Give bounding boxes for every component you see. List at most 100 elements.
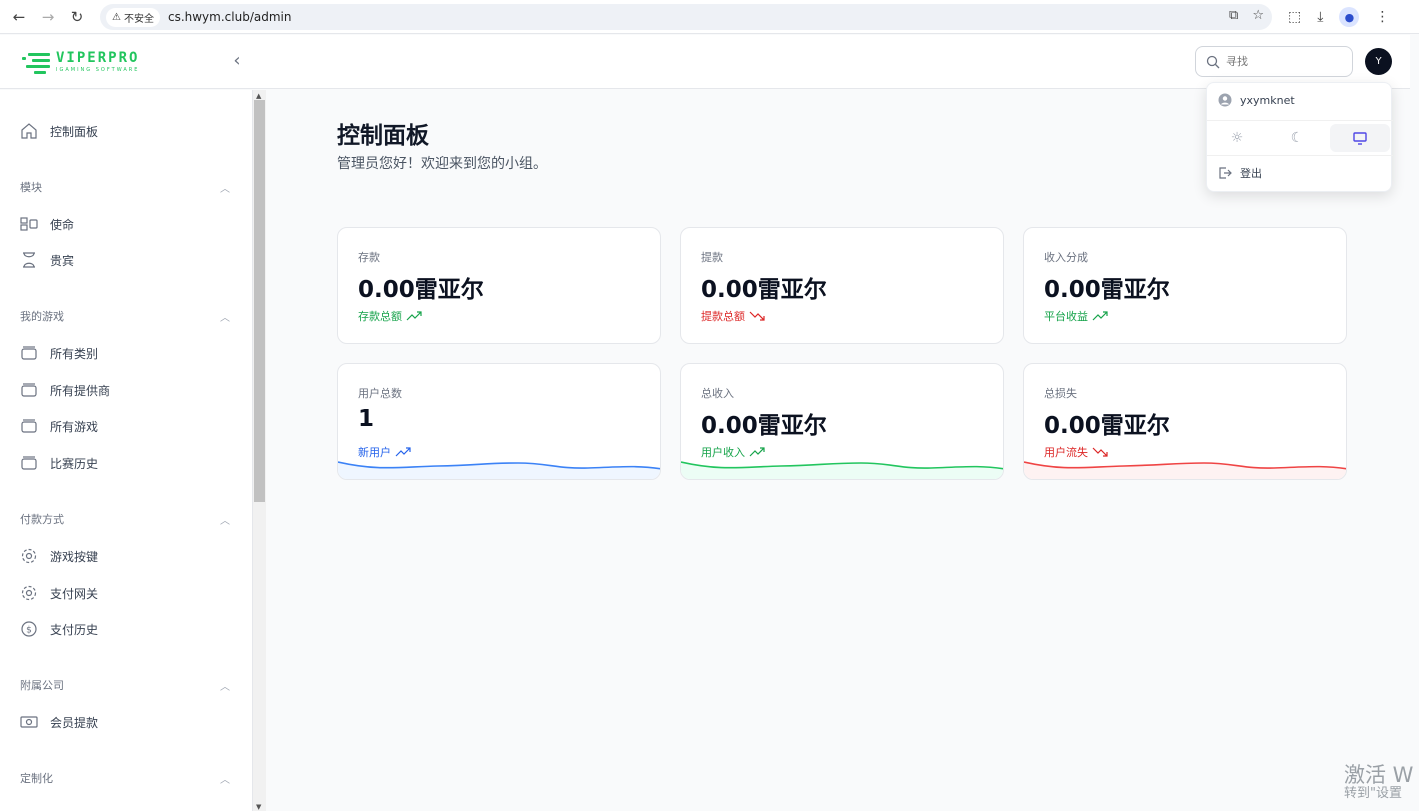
- sidebar-item-all-providers[interactable]: 所有提供商: [20, 378, 110, 402]
- page-subtitle: 管理员您好！欢迎来到您的小组。: [337, 156, 547, 172]
- scroll-up-icon[interactable]: ▲: [256, 92, 261, 100]
- browser-toolbar: ← → ↻ ⚠ 不安全 cs.hwym.club/admin ⧉ ☆ ⬚ ⤓ ●…: [0, 0, 1419, 34]
- search-icon: [1206, 55, 1220, 68]
- sidebar-item-label: 所有类别: [50, 346, 99, 361]
- group-title-label: 我的游戏: [20, 310, 64, 323]
- trending-up-icon: [1092, 311, 1108, 321]
- more-menu-icon[interactable]: ⋮: [1375, 9, 1389, 25]
- card-value: 0.00雷亚尔: [701, 413, 827, 439]
- sidebar-item-label: 比赛历史: [50, 456, 99, 471]
- stat-card-total-users: 用户总数 1 新用户: [337, 363, 661, 480]
- sidebar-item-mission[interactable]: 使命: [20, 212, 74, 236]
- app-header: VIPERPRO IGAMING SOFTWARE ‹ Y: [0, 35, 1410, 89]
- stat-card-total-loss: 总损失 0.00雷亚尔 用户流失: [1023, 363, 1347, 480]
- extensions-icon[interactable]: ⬚: [1288, 9, 1301, 25]
- sidebar-item-match-history[interactable]: 比赛历史: [20, 451, 98, 475]
- logout-icon: [1219, 167, 1232, 179]
- sidebar-item-member-withdraw[interactable]: 会员提款: [20, 710, 98, 734]
- sidebar-item-dashboard[interactable]: 控制面板: [20, 119, 98, 143]
- sparkline-loss: [1024, 461, 1346, 479]
- sidebar-item-label: 游戏按键: [50, 549, 99, 564]
- dollar-circle-icon: $: [20, 620, 38, 638]
- card-trend-label: 存款总额: [358, 310, 402, 323]
- group-title-label: 模块: [20, 181, 42, 194]
- theme-dark-moon-icon[interactable]: ☾: [1267, 121, 1327, 155]
- logout-button[interactable]: 登出: [1218, 165, 1262, 181]
- card-trend-label: 新用户: [358, 446, 391, 459]
- sidebar-item-label: 控制面板: [50, 124, 99, 139]
- insecure-label: 不安全: [123, 13, 154, 25]
- insecure-badge[interactable]: ⚠ 不安全: [106, 7, 160, 27]
- hourglass-icon: [20, 251, 38, 269]
- page-title: 控制面板: [337, 123, 429, 149]
- theme-light-sun-icon[interactable]: ☼: [1207, 121, 1267, 155]
- group-payments[interactable]: 付款方式 ︿: [20, 509, 230, 529]
- group-modules[interactable]: 模块 ︿: [20, 177, 230, 197]
- search-field[interactable]: [1195, 46, 1353, 77]
- chevron-up-icon: ︿: [220, 774, 230, 786]
- sidebar-item-label: 贵宾: [50, 253, 75, 268]
- card-trend-label: 用户收入: [701, 446, 745, 459]
- search-input[interactable]: [1226, 55, 1336, 68]
- card-trend: 新用户: [358, 444, 411, 460]
- group-customize[interactable]: 定制化 ︿: [20, 768, 230, 788]
- sidebar-item-all-games[interactable]: 所有游戏: [20, 414, 98, 438]
- sidebar-scrollbar[interactable]: ▲ ▼: [253, 90, 266, 811]
- sidebar-collapse-chevron-icon[interactable]: ‹: [228, 51, 246, 71]
- address-bar[interactable]: ⚠ 不安全 cs.hwym.club/admin ⧉ ☆: [100, 4, 1272, 30]
- logo[interactable]: VIPERPRO IGAMING SOFTWARE: [20, 49, 139, 75]
- scroll-down-icon[interactable]: ▼: [256, 803, 261, 811]
- sidebar-item-label: 所有提供商: [50, 383, 111, 398]
- trending-down-icon: [749, 311, 765, 321]
- card-value: 0.00雷亚尔: [1044, 277, 1170, 303]
- group-my-games[interactable]: 我的游戏 ︿: [20, 306, 230, 326]
- watermark-line2: 转到"设置: [1344, 786, 1402, 802]
- sidebar-item-payment-gateway[interactable]: 支付网关: [20, 581, 98, 605]
- card-label: 提款: [701, 251, 723, 264]
- reload-icon[interactable]: ↻: [62, 2, 92, 32]
- card-trend: 用户流失: [1044, 444, 1108, 460]
- card-value: 0.00雷亚尔: [1044, 413, 1170, 439]
- folder-icon: [20, 381, 38, 399]
- card-value: 1: [358, 406, 375, 432]
- translate-icon[interactable]: ⧉: [1229, 8, 1238, 23]
- user-circle-icon: [1218, 93, 1232, 107]
- bookmark-star-icon[interactable]: ☆: [1252, 8, 1264, 23]
- card-trend: 用户收入: [701, 444, 765, 460]
- back-icon[interactable]: ←: [4, 2, 34, 32]
- card-trend: 平台收益: [1044, 308, 1108, 324]
- watermark-line1: 激活 W: [1344, 763, 1414, 787]
- card-label: 总损失: [1044, 387, 1077, 400]
- sidebar-item-vip[interactable]: 贵宾: [20, 248, 74, 272]
- stat-card-total-income: 总收入 0.00雷亚尔 用户收入: [680, 363, 1004, 480]
- card-trend: 存款总额: [358, 308, 422, 324]
- card-label: 存款: [358, 251, 380, 264]
- card-label: 用户总数: [358, 387, 402, 400]
- group-title-label: 付款方式: [20, 513, 64, 526]
- gear-icon: [20, 584, 38, 602]
- card-trend-label: 用户流失: [1044, 446, 1088, 459]
- sparkline-users: [338, 461, 660, 479]
- download-icon[interactable]: ⤓: [1317, 9, 1323, 25]
- scrollbar-thumb[interactable]: [254, 100, 265, 502]
- profile-icon[interactable]: ●: [1339, 7, 1360, 27]
- sidebar-item-payment-history[interactable]: $ 支付历史: [20, 617, 98, 641]
- warning-icon: ⚠: [112, 11, 121, 23]
- theme-system-monitor-icon[interactable]: [1330, 124, 1390, 152]
- sidebar-item-all-categories[interactable]: 所有类别: [20, 341, 98, 365]
- sidebar-item-game-keys[interactable]: 游戏按键: [20, 544, 98, 568]
- group-affiliates[interactable]: 附属公司 ︿: [20, 675, 230, 695]
- sidebar-item-label: 支付网关: [50, 586, 99, 601]
- stat-card-deposit: 存款 0.00雷亚尔 存款总额: [337, 227, 661, 344]
- sidebar-item-label: 使命: [50, 217, 75, 232]
- url-text[interactable]: cs.hwym.club/admin: [168, 10, 292, 24]
- chevron-up-icon: ︿: [220, 312, 230, 324]
- sidebar-item-label: 会员提款: [50, 715, 99, 730]
- avatar[interactable]: Y: [1365, 48, 1392, 75]
- chevron-up-icon: ︿: [220, 681, 230, 693]
- forward-icon[interactable]: →: [33, 2, 63, 32]
- cash-icon: [20, 713, 38, 731]
- card-trend-label: 提款总额: [701, 310, 745, 323]
- folder-icon: [20, 417, 38, 435]
- sidebar: 控制面板 模块 ︿ 使命 贵宾 我的游戏 ︿ 所有类别 所有提供商 所有游戏 比…: [0, 90, 253, 811]
